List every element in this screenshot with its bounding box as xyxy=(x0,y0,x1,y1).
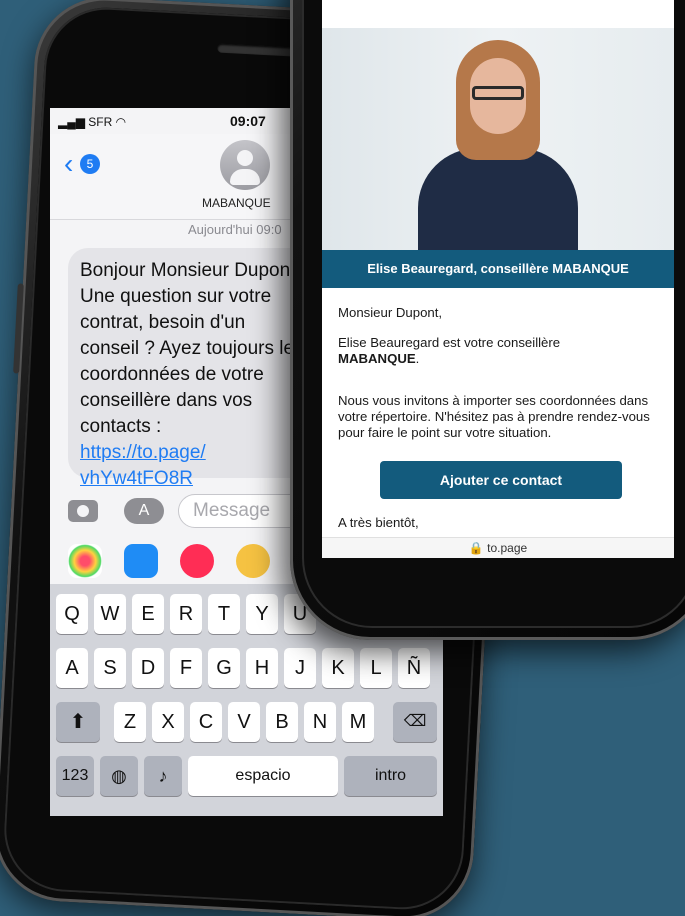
key[interactable]: N xyxy=(304,702,336,742)
key[interactable]: W xyxy=(94,594,126,634)
key[interactable]: R xyxy=(170,594,202,634)
key[interactable]: A xyxy=(56,648,88,688)
search-images-app-icon[interactable] xyxy=(180,544,214,578)
key[interactable]: G xyxy=(208,648,240,688)
key[interactable]: E xyxy=(132,594,164,634)
globe-icon[interactable]: ◍ xyxy=(100,756,138,796)
delete-key-icon[interactable]: ⌫ xyxy=(393,702,437,742)
key[interactable]: X xyxy=(152,702,184,742)
url-text: to.page xyxy=(487,541,528,555)
intro-line: Elise Beauregard est votre conseillère xyxy=(338,335,561,350)
contact-avatar[interactable] xyxy=(220,140,270,190)
intro-text: Elise Beauregard est votre conseillère M… xyxy=(338,335,668,367)
bank-suffix: . xyxy=(415,351,420,366)
key[interactable]: D xyxy=(132,648,164,688)
memoji-app-icon[interactable] xyxy=(236,544,270,578)
avatar-head-icon xyxy=(237,150,253,166)
key[interactable]: F xyxy=(170,648,202,688)
key[interactable]: L xyxy=(360,648,392,688)
key[interactable]: S xyxy=(94,648,126,688)
key[interactable]: J xyxy=(284,648,316,688)
avatar-body-icon xyxy=(230,169,260,185)
key[interactable]: V xyxy=(228,702,260,742)
key[interactable]: Z xyxy=(114,702,146,742)
url-bar[interactable]: 🔒 to.page xyxy=(322,537,674,558)
return-key[interactable]: intro xyxy=(344,756,437,796)
advisor-banner: Elise Beauregard, conseillère MABANQUE xyxy=(322,250,674,288)
app-store-app-icon[interactable] xyxy=(124,544,158,578)
message-timestamp: Aujourd'hui 09:0 xyxy=(188,222,282,237)
key[interactable]: H xyxy=(246,648,278,688)
bank-name: MABANQUE xyxy=(338,351,416,366)
body-text: Nous vous invitons à importer ses coordo… xyxy=(338,393,650,440)
carrier-label: ▂▄▆ SFR ◠ xyxy=(58,115,127,129)
closing-text: A très bientôt, xyxy=(338,515,419,530)
back-chevron-icon[interactable]: ‹ xyxy=(64,150,73,178)
key[interactable]: C xyxy=(190,702,222,742)
camera-icon[interactable] xyxy=(68,500,98,522)
clock: 09:07 xyxy=(230,113,266,129)
key[interactable]: Y xyxy=(246,594,278,634)
photo-torso xyxy=(418,148,578,258)
key[interactable]: Q xyxy=(56,594,88,634)
numbers-key[interactable]: 123 xyxy=(56,756,94,796)
key[interactable]: T xyxy=(208,594,240,634)
contact-name[interactable]: MABANQUE xyxy=(202,196,271,210)
greeting-text: Monsieur Dupont, xyxy=(338,305,443,320)
shift-key-icon[interactable]: ⬆ xyxy=(56,702,100,742)
unread-count-badge[interactable]: 5 xyxy=(80,154,100,174)
key[interactable]: Ñ xyxy=(398,648,430,688)
add-contact-button[interactable]: Ajouter ce contact xyxy=(380,461,622,499)
advisor-photo xyxy=(322,28,674,258)
volume-button xyxy=(13,283,24,374)
web-screen: Elise Beauregard, conseillère MABANQUE M… xyxy=(322,0,674,558)
lock-icon: 🔒 xyxy=(468,541,484,555)
key[interactable]: K xyxy=(322,648,354,688)
space-key[interactable]: espacio xyxy=(188,756,338,796)
microphone-icon[interactable]: ♪ xyxy=(144,756,182,796)
key[interactable]: B xyxy=(266,702,298,742)
photo-glasses xyxy=(472,86,524,100)
photos-app-icon[interactable] xyxy=(68,544,102,578)
app-store-icon[interactable]: A xyxy=(124,498,164,524)
key[interactable]: M xyxy=(342,702,374,742)
